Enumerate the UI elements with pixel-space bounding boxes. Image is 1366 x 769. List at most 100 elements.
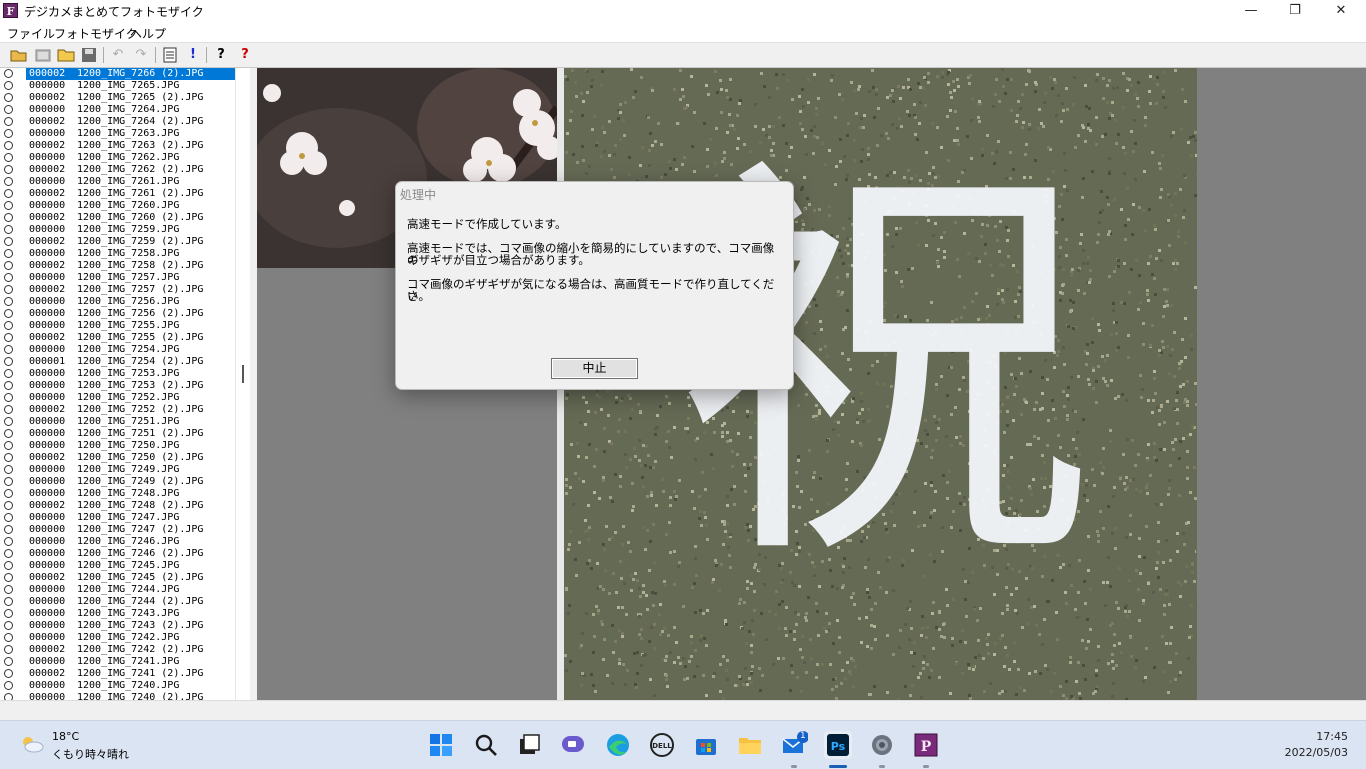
list-item[interactable]: 000002 1200_IMG_7255 (2).JPG xyxy=(0,332,235,344)
edge-icon[interactable] xyxy=(604,731,632,759)
scroll-thumb[interactable] xyxy=(242,365,244,383)
list-item[interactable]: 000000 1200_IMG_7258.JPG xyxy=(0,248,235,260)
list-item[interactable]: 000002 1200_IMG_7262 (2).JPG xyxy=(0,164,235,176)
radio-button[interactable] xyxy=(4,309,13,318)
list-item[interactable]: 000000 1200_IMG_7257.JPG xyxy=(0,272,235,284)
list-item[interactable]: 000000 1200_IMG_7247.JPG xyxy=(0,512,235,524)
photomosaic-app-icon[interactable]: P xyxy=(912,731,940,759)
radio-button[interactable] xyxy=(4,93,13,102)
radio-button[interactable] xyxy=(4,189,13,198)
list-item[interactable]: 000000 1200_IMG_7241.JPG xyxy=(0,656,235,668)
dell-icon[interactable]: DELL xyxy=(648,731,676,759)
list-item[interactable]: 000002 1200_IMG_7264 (2).JPG xyxy=(0,116,235,128)
file-explorer-icon[interactable] xyxy=(736,731,764,759)
weather-condition[interactable]: くもり時々晴れ xyxy=(52,746,129,762)
radio-button[interactable] xyxy=(4,549,13,558)
radio-button[interactable] xyxy=(4,261,13,270)
radio-button[interactable] xyxy=(4,573,13,582)
radio-button[interactable] xyxy=(4,381,13,390)
radio-button[interactable] xyxy=(4,165,13,174)
list-item[interactable]: 000000 1200_IMG_7253.JPG xyxy=(0,368,235,380)
radio-button[interactable] xyxy=(4,501,13,510)
panel-divider[interactable] xyxy=(250,68,257,700)
radio-button[interactable] xyxy=(4,405,13,414)
minimize-button[interactable]: — xyxy=(1228,0,1274,22)
list-item[interactable]: 000000 1200_IMG_7246 (2).JPG xyxy=(0,548,235,560)
radio-button[interactable] xyxy=(4,369,13,378)
list-item[interactable]: 000000 1200_IMG_7265.JPG xyxy=(0,80,235,92)
radio-button[interactable] xyxy=(4,201,13,210)
file-list[interactable]: 000002 1200_IMG_7266 (2).JPG 000000 1200_IM… xyxy=(0,68,235,700)
weather-cloud-icon[interactable] xyxy=(20,735,44,753)
radio-button[interactable] xyxy=(4,69,13,78)
radio-button[interactable] xyxy=(4,693,13,700)
list-item[interactable]: 000000 1200_IMG_7261.JPG xyxy=(0,176,235,188)
start-icon[interactable] xyxy=(427,731,455,759)
radio-button[interactable] xyxy=(4,657,13,666)
radio-button[interactable] xyxy=(4,81,13,90)
radio-button[interactable] xyxy=(4,249,13,258)
radio-button[interactable] xyxy=(4,417,13,426)
list-icon[interactable] xyxy=(161,46,179,64)
list-item[interactable]: 000000 1200_IMG_7251 (2).JPG xyxy=(0,428,235,440)
list-scrollbar[interactable] xyxy=(235,68,251,700)
photoshop-icon[interactable]: Ps xyxy=(824,731,852,759)
menu-photomosaic[interactable]: フォトモザイク xyxy=(54,25,138,42)
list-item[interactable]: 000000 1200_IMG_7240 (2).JPG xyxy=(0,692,235,700)
radio-button[interactable] xyxy=(4,285,13,294)
list-item[interactable]: 000002 1200_IMG_7250 (2).JPG xyxy=(0,452,235,464)
radio-button[interactable] xyxy=(4,117,13,126)
radio-button[interactable] xyxy=(4,297,13,306)
radio-button[interactable] xyxy=(4,441,13,450)
list-item[interactable]: 000000 1200_IMG_7248.JPG xyxy=(0,488,235,500)
save-icon[interactable] xyxy=(80,46,98,64)
list-item[interactable]: 000000 1200_IMG_7251.JPG xyxy=(0,416,235,428)
radio-button[interactable] xyxy=(4,357,13,366)
list-item[interactable]: 000002 1200_IMG_7245 (2).JPG xyxy=(0,572,235,584)
list-item[interactable]: 000000 1200_IMG_7260.JPG xyxy=(0,200,235,212)
radio-button[interactable] xyxy=(4,537,13,546)
radio-button[interactable] xyxy=(4,525,13,534)
cancel-button[interactable]: 中止 xyxy=(551,358,638,379)
list-item[interactable]: 000000 1200_IMG_7244.JPG xyxy=(0,584,235,596)
radio-button[interactable] xyxy=(4,465,13,474)
list-item[interactable]: 000001 1200_IMG_7254 (2).JPG xyxy=(0,356,235,368)
list-item[interactable]: 000000 1200_IMG_7250.JPG xyxy=(0,440,235,452)
list-item[interactable]: 000002 1200_IMG_7252 (2).JPG xyxy=(0,404,235,416)
mail-icon[interactable]: 1 xyxy=(780,731,809,759)
menu-file[interactable]: ファイル xyxy=(7,25,55,42)
list-item[interactable]: 000000 1200_IMG_7256.JPG xyxy=(0,296,235,308)
help-icon[interactable]: ? xyxy=(212,46,230,64)
radio-button[interactable] xyxy=(4,645,13,654)
list-item[interactable]: 000002 1200_IMG_7263 (2).JPG xyxy=(0,140,235,152)
radio-button[interactable] xyxy=(4,393,13,402)
radio-button[interactable] xyxy=(4,453,13,462)
chat-icon[interactable] xyxy=(559,731,587,759)
menu-help[interactable]: ヘルプ xyxy=(130,25,166,42)
settings-icon[interactable] xyxy=(868,731,896,759)
radio-button[interactable] xyxy=(4,333,13,342)
open-folder-icon[interactable] xyxy=(10,46,28,64)
list-item[interactable]: 000000 1200_IMG_7244 (2).JPG xyxy=(0,596,235,608)
list-item[interactable]: 000002 1200_IMG_7258 (2).JPG xyxy=(0,260,235,272)
radio-button[interactable] xyxy=(4,141,13,150)
list-item[interactable]: 000000 1200_IMG_7242.JPG xyxy=(0,632,235,644)
app-icon[interactable]: F xyxy=(3,3,18,18)
context-help-icon[interactable]: ? xyxy=(236,46,254,64)
list-item[interactable]: 000000 1200_IMG_7240.JPG xyxy=(0,680,235,692)
radio-button[interactable] xyxy=(4,633,13,642)
list-item[interactable]: 000002 1200_IMG_7242 (2).JPG xyxy=(0,644,235,656)
list-item[interactable]: 000000 1200_IMG_7255.JPG xyxy=(0,320,235,332)
radio-button[interactable] xyxy=(4,321,13,330)
list-item[interactable]: 000000 1200_IMG_7253 (2).JPG xyxy=(0,380,235,392)
radio-button[interactable] xyxy=(4,513,13,522)
radio-button[interactable] xyxy=(4,345,13,354)
radio-button[interactable] xyxy=(4,429,13,438)
store-icon[interactable] xyxy=(692,731,720,759)
list-item[interactable]: 000002 1200_IMG_7266 (2).JPG xyxy=(0,68,235,80)
radio-button[interactable] xyxy=(4,237,13,246)
redo-icon[interactable]: ↷ xyxy=(132,46,150,64)
radio-button[interactable] xyxy=(4,609,13,618)
close-button[interactable]: ✕ xyxy=(1318,0,1364,22)
list-item[interactable]: 000002 1200_IMG_7265 (2).JPG xyxy=(0,92,235,104)
